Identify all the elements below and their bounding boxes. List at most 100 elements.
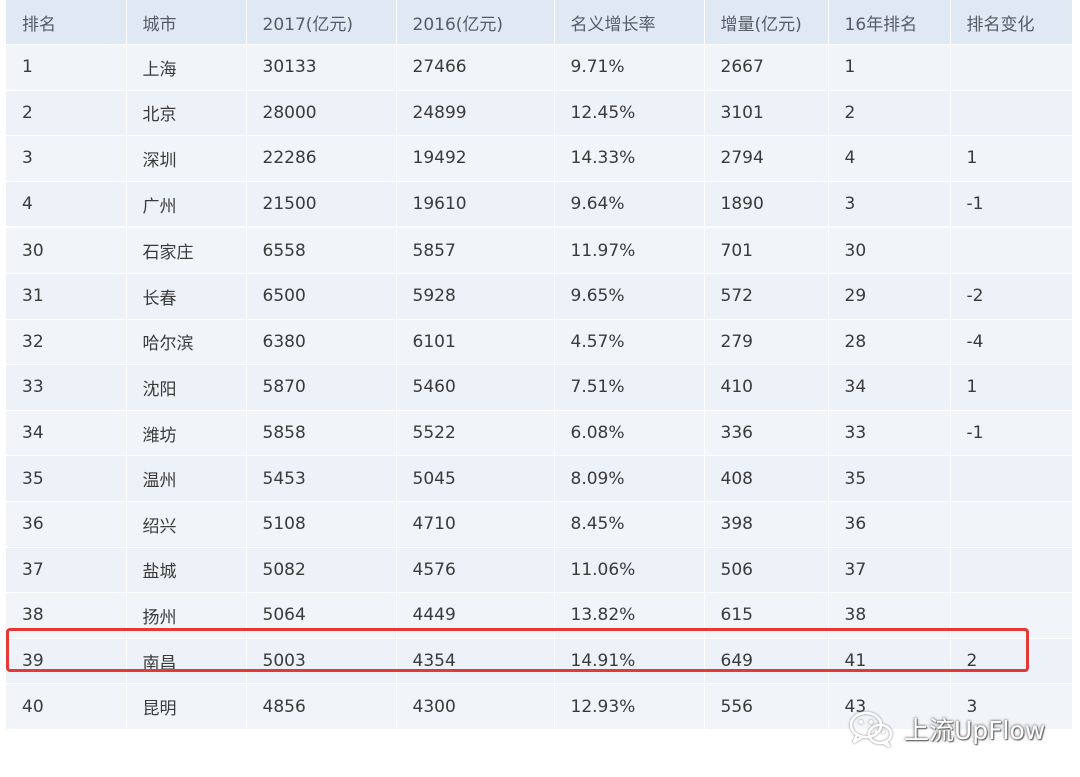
cell-rank-2016: 4 [828,135,951,182]
header-city: 城市 [126,0,247,45]
cell-city: 哈尔滨 [126,319,247,366]
header-increment: 增量(亿元) [704,0,829,45]
cell-increment: 408 [704,455,829,502]
cell-rank: 1 [6,44,127,91]
header-gdp-2016: 2016(亿元) [396,0,555,45]
cell-gdp-2017: 22286 [246,135,397,182]
cell-increment: 649 [704,638,829,685]
table-row: 38 扬州 5064 4449 13.82% 615 38 [6,592,1073,639]
cell-increment: 2667 [704,44,829,91]
cell-gdp-2016: 6101 [396,319,555,366]
cell-growth-rate: 14.33% [554,135,705,182]
cell-gdp-2017: 5870 [246,364,397,411]
cell-rank-2016: 28 [828,319,951,366]
cell-increment: 3101 [704,90,829,137]
cell-city: 温州 [126,455,247,502]
cell-city: 扬州 [126,592,247,639]
city-gdp-ranking-table: 排名 城市 2017(亿元) 2016(亿元) 名义增长率 增量(亿元) 16年… [6,0,1073,730]
header-growth-rate: 名义增长率 [554,0,705,45]
cell-city: 广州 [126,181,247,228]
gdp-table-container: 排名 城市 2017(亿元) 2016(亿元) 名义增长率 增量(亿元) 16年… [6,0,1073,730]
cell-rank-change: -1 [950,410,1073,457]
cell-gdp-2017: 5108 [246,501,397,548]
cell-increment: 615 [704,592,829,639]
cell-increment: 572 [704,273,829,320]
cell-gdp-2016: 5045 [396,455,555,502]
table-row: 32 哈尔滨 6380 6101 4.57% 279 28 -4 [6,319,1073,366]
cell-growth-rate: 13.82% [554,592,705,639]
cell-gdp-2017: 21500 [246,181,397,228]
cell-gdp-2016: 4576 [396,547,555,594]
cell-gdp-2017: 5858 [246,410,397,457]
table-header-row: 排名 城市 2017(亿元) 2016(亿元) 名义增长率 增量(亿元) 16年… [6,0,1073,45]
cell-rank-2016: 29 [828,273,951,320]
cell-rank-change [950,501,1073,548]
cell-rank-change [950,90,1073,137]
table-row: 37 盐城 5082 4576 11.06% 506 37 [6,547,1073,594]
cell-gdp-2017: 30133 [246,44,397,91]
cell-rank: 38 [6,592,127,639]
cell-rank: 4 [6,181,127,228]
header-rank: 排名 [6,0,127,45]
cell-rank-2016: 37 [828,547,951,594]
cell-growth-rate: 9.65% [554,273,705,320]
cell-city: 长春 [126,273,247,320]
cell-gdp-2016: 4449 [396,592,555,639]
cell-rank-2016: 3 [828,181,951,228]
cell-rank-change: -1 [950,181,1073,228]
cell-growth-rate: 9.64% [554,181,705,228]
cell-rank-change: 1 [950,135,1073,182]
cell-increment: 398 [704,501,829,548]
cell-city: 深圳 [126,135,247,182]
cell-gdp-2017: 5082 [246,547,397,594]
cell-gdp-2017: 4856 [246,683,397,730]
table-row: 33 沈阳 5870 5460 7.51% 410 34 1 [6,364,1073,411]
cell-gdp-2016: 4354 [396,638,555,685]
cell-rank-change: -2 [950,273,1073,320]
table-row: 34 潍坊 5858 5522 6.08% 336 33 -1 [6,410,1073,457]
header-gdp-2017: 2017(亿元) [246,0,397,45]
cell-gdp-2017: 6500 [246,273,397,320]
watermark: 上流UpFlow [848,706,1045,752]
cell-rank: 3 [6,135,127,182]
cell-increment: 556 [704,683,829,730]
cell-rank: 36 [6,501,127,548]
cell-city: 昆明 [126,683,247,730]
cell-gdp-2016: 4710 [396,501,555,548]
cell-growth-rate: 12.93% [554,683,705,730]
cell-city: 潍坊 [126,410,247,457]
cell-growth-rate: 7.51% [554,364,705,411]
cell-city: 石家庄 [126,226,247,274]
cell-rank: 32 [6,319,127,366]
watermark-text: 上流UpFlow [904,716,1046,745]
cell-rank-2016: 1 [828,44,951,91]
cell-increment: 1890 [704,181,829,228]
cell-gdp-2016: 5460 [396,364,555,411]
cell-gdp-2016: 19610 [396,181,555,228]
cell-city: 沈阳 [126,364,247,411]
cell-rank: 39 [6,638,127,685]
cell-gdp-2017: 5453 [246,455,397,502]
cell-increment: 2794 [704,135,829,182]
cell-growth-rate: 6.08% [554,410,705,457]
cell-growth-rate: 14.91% [554,638,705,685]
cell-increment: 336 [704,410,829,457]
cell-rank: 40 [6,683,127,730]
cell-growth-rate: 11.97% [554,226,705,274]
cell-rank-change: 1 [950,364,1073,411]
cell-growth-rate: 9.71% [554,44,705,91]
cell-rank-2016: 36 [828,501,951,548]
cell-increment: 279 [704,319,829,366]
cell-gdp-2016: 5522 [396,410,555,457]
cell-rank-2016: 41 [828,638,951,685]
cell-gdp-2016: 4300 [396,683,555,730]
cell-gdp-2016: 27466 [396,44,555,91]
cell-rank-change [950,226,1073,274]
cell-rank-change [950,547,1073,594]
cell-rank-2016: 35 [828,455,951,502]
table-body: 1 上海 30133 27466 9.71% 2667 1 2 北京 28000 24899 12.4… [6,44,1073,730]
cell-gdp-2016: 24899 [396,90,555,137]
cell-city: 北京 [126,90,247,137]
cell-gdp-2017: 5003 [246,638,397,685]
cell-rank: 30 [6,226,127,274]
